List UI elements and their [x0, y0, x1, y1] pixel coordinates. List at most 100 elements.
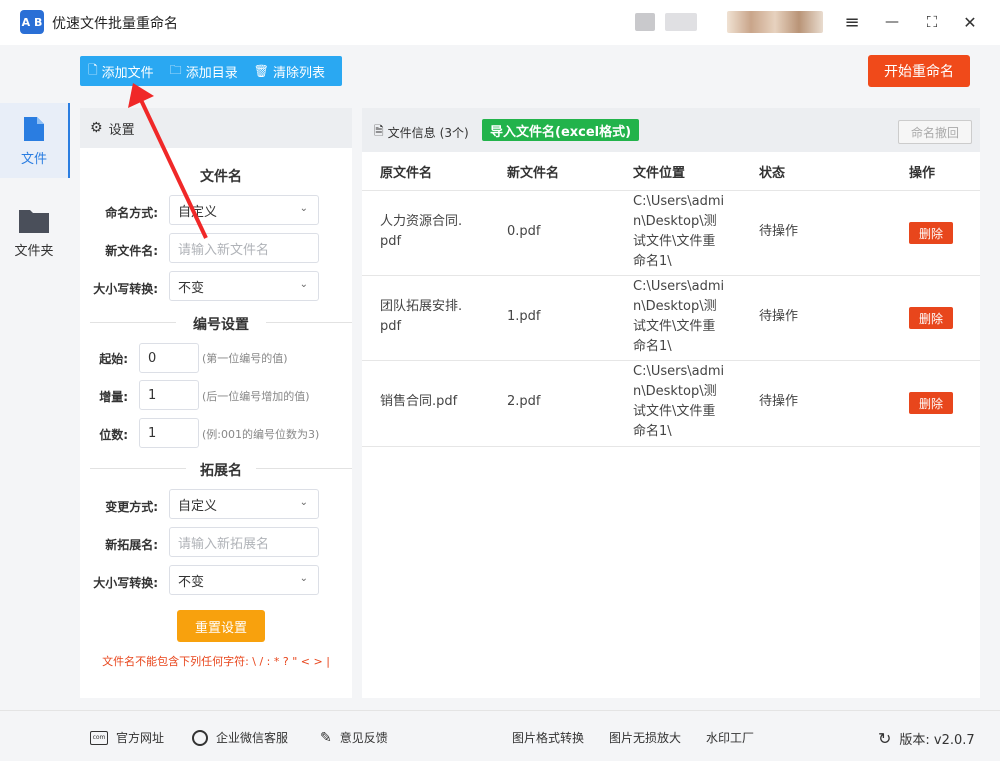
new-name: 1.pdf: [507, 309, 541, 324]
settings-header: ⚙ 设置: [80, 108, 352, 148]
naming-mode-value: 自定义: [178, 204, 218, 220]
version-info: ↻ 版本: v2.0.7: [878, 729, 975, 748]
website-link[interactable]: com 官方网址: [90, 729, 164, 746]
close-icon[interactable]: ✕: [958, 10, 982, 34]
clear-list-button[interactable]: 🗑 清除列表: [246, 56, 333, 86]
file-info-label: 文件信息: [387, 126, 436, 140]
watermark-link[interactable]: 水印工厂: [706, 729, 754, 746]
naming-mode-select[interactable]: 自定义 ⌄: [169, 195, 319, 225]
undo-rename-button[interactable]: 命名撤回: [898, 120, 972, 144]
delete-button[interactable]: 删除: [909, 307, 953, 329]
original-name: 销售合同.pdf: [380, 394, 458, 409]
toolbar: 🗋 添加文件 🗀 添加目录 🗑 清除列表: [80, 56, 342, 86]
file-location: C:\Users\admi n\Desktop\测 试文件\文件重 命名1\: [633, 279, 725, 354]
new-ext-input[interactable]: 请输入新拓展名: [169, 527, 319, 557]
feedback-label: 意见反馈: [339, 731, 388, 745]
ext-case-value: 不变: [178, 574, 205, 590]
website-label: 官方网址: [116, 731, 165, 745]
menu-icon[interactable]: ≡: [840, 10, 864, 34]
numbering-section-title: 编号设置: [176, 314, 266, 334]
chevron-down-icon: ⌄: [299, 573, 308, 584]
chevron-down-icon: ⌄: [299, 203, 308, 214]
feedback-link[interactable]: ✎ 意见反馈: [320, 729, 388, 746]
blurred-avatar: [727, 11, 823, 33]
extension-section-title: 拓展名: [186, 460, 256, 480]
app-title: 优速文件批量重命名: [52, 16, 178, 32]
file-icon: [24, 117, 44, 141]
blurred-user-info: [635, 13, 655, 31]
file-icon: 🗋: [88, 62, 98, 77]
case-label: 大小写转换:: [93, 282, 158, 296]
start-hint: (第一位编号的值): [202, 352, 288, 365]
start-label: 起始:: [99, 352, 128, 366]
wechat-icon: [192, 729, 208, 746]
website-icon: com: [90, 730, 108, 745]
file-icon: 🗎: [374, 124, 384, 138]
reset-settings-button[interactable]: 重置设置: [177, 610, 265, 642]
add-directory-button[interactable]: 🗀 添加目录: [162, 56, 246, 86]
add-directory-label: 添加目录: [185, 65, 238, 81]
column-header-location: 文件位置: [633, 166, 686, 181]
add-file-button[interactable]: 🗋 添加文件: [80, 56, 162, 86]
table-row: 团队拓展安排. pdf 1.pdf C:\Users\admi n\Desktop\…: [362, 275, 980, 361]
ext-mode-select[interactable]: 自定义 ⌄: [169, 489, 319, 519]
status: 待操作: [759, 394, 799, 409]
footer: com 官方网址 企业微信客服 ✎ 意见反馈 图片格式转换 图片无损放大 水印工…: [0, 710, 1000, 761]
ext-mode-label: 变更方式:: [105, 500, 158, 514]
chevron-down-icon: ⌄: [299, 497, 308, 508]
column-header-status: 状态: [759, 166, 786, 181]
nav-item-folder[interactable]: 文件夹: [0, 180, 68, 259]
ext-case-label: 大小写转换:: [93, 576, 158, 590]
invalid-chars-warning: 文件名不能包含下列任何字符: \ / : * ? " < > |: [102, 655, 330, 668]
new-name-label: 新文件名:: [105, 244, 158, 258]
wechat-label: 企业微信客服: [216, 731, 289, 745]
file-info-title: 🗎 文件信息 (3个): [374, 122, 469, 143]
step-input[interactable]: 1: [139, 380, 199, 410]
maximize-icon[interactable]: ⛶: [920, 10, 944, 34]
file-location: C:\Users\admi n\Desktop\测 试文件\文件重 命名1\: [633, 194, 725, 269]
new-name: 2.pdf: [507, 394, 541, 409]
blurred-user-info: [665, 13, 697, 31]
add-file-label: 添加文件: [101, 65, 154, 81]
start-rename-button[interactable]: 开始重命名: [868, 55, 970, 87]
case-select[interactable]: 不变 ⌄: [169, 271, 319, 301]
digits-label: 位数:: [99, 428, 128, 442]
minimize-icon[interactable]: —: [880, 10, 904, 34]
delete-button[interactable]: 删除: [909, 222, 953, 244]
filename-section-title: 文件名: [200, 169, 242, 185]
folder-icon: [19, 210, 49, 233]
original-name: 团队拓展安排. pdf: [380, 299, 463, 334]
image-enlarge-link[interactable]: 图片无损放大: [609, 729, 681, 746]
status: 待操作: [759, 224, 799, 239]
start-number-input[interactable]: 0: [139, 343, 199, 373]
digits-input[interactable]: 1: [139, 418, 199, 448]
title-bar: A B 优速文件批量重命名 ≡ — ⛶ ✕: [0, 0, 1000, 45]
file-list-panel: 🗎 文件信息 (3个) 导入文件名(excel格式) 命名撤回 原文件名 新文件…: [362, 108, 980, 698]
delete-button[interactable]: 删除: [909, 392, 953, 414]
table-row: 销售合同.pdf 2.pdf C:\Users\admi n\Desktop\测试…: [362, 360, 980, 447]
folder-icon: 🗀: [169, 62, 182, 77]
gear-icon: ⚙: [90, 120, 103, 136]
file-location: C:\Users\admi n\Desktop\测 试文件\文件重 命名1\: [633, 364, 725, 439]
import-excel-button[interactable]: 导入文件名(excel格式): [482, 119, 640, 141]
step-label: 增量:: [99, 390, 128, 404]
ext-mode-value: 自定义: [178, 498, 218, 514]
wechat-service-link[interactable]: 企业微信客服: [192, 729, 288, 746]
naming-mode-label: 命名方式:: [105, 206, 158, 220]
column-header-action: 操作: [909, 166, 936, 181]
new-ext-label: 新拓展名:: [105, 538, 158, 552]
ext-case-select[interactable]: 不变 ⌄: [169, 565, 319, 595]
nav-label: 文件夹: [14, 244, 54, 259]
image-convert-link[interactable]: 图片格式转换: [512, 729, 584, 746]
new-name-input[interactable]: 请输入新文件名: [169, 233, 319, 263]
column-header-original: 原文件名: [380, 166, 433, 181]
nav-item-file[interactable]: 文件: [0, 103, 70, 178]
feedback-icon: ✎: [320, 729, 332, 746]
refresh-icon: ↻: [878, 729, 892, 748]
nav-label: 文件: [20, 152, 47, 167]
step-hint: (后一位编号增加的值): [202, 390, 310, 403]
settings-title: 设置: [108, 122, 135, 138]
file-panel-header: 🗎 文件信息 (3个) 导入文件名(excel格式) 命名撤回: [362, 108, 980, 152]
column-header-new: 新文件名: [507, 166, 560, 181]
new-name: 0.pdf: [507, 224, 541, 239]
